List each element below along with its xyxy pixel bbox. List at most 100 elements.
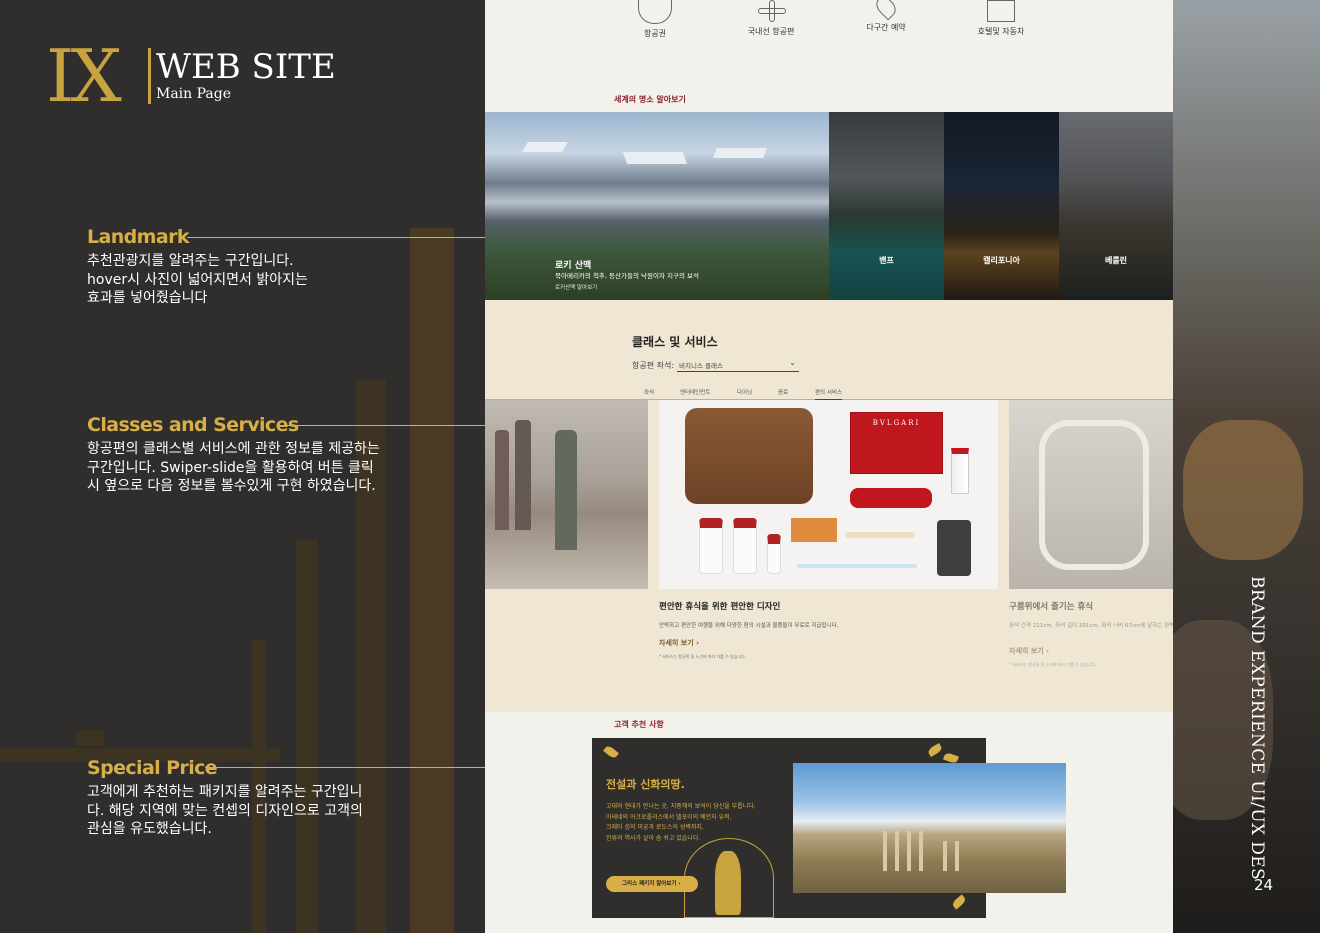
brand-mark: IX (46, 34, 122, 118)
brand-subtitle: Main Page (156, 86, 232, 102)
website-mockup: 항공권 국내선 항공편 다구간 예약 호텔및 자동차 세계의 명소 알아보기 로… (485, 0, 1173, 933)
quick-menu-label: 항공권 (643, 29, 667, 38)
slide-desc: 좌석 간격 211cm, 좌석 길이 201cm, 좌석 너비 67cm에 달하… (1009, 623, 1173, 629)
seat-class-select[interactable]: 비지니스 클래스 ⌄ (677, 357, 799, 372)
fade-overlay (1009, 400, 1173, 589)
slide-note: * 서비스는 항공편 및 노선에 따라 다를 수 있습니다. (1009, 662, 1097, 667)
section-label-recommend: 고객 추천 사항 (614, 720, 664, 729)
globe-icon (638, 0, 672, 24)
tab-entertainment[interactable]: 엔터테인먼트 (680, 388, 710, 396)
dim-overlay (1059, 112, 1173, 300)
quick-menu-item-tickets[interactable]: 항공권 (605, 0, 705, 39)
slide-title: 구름위에서 즐기는 휴식 (1009, 602, 1094, 612)
slide-next-seat[interactable] (1009, 400, 1173, 589)
page-number: 24 (1254, 876, 1274, 894)
slide-more-label: 자세히 보기 (1009, 647, 1044, 655)
dim-overlay (829, 112, 944, 300)
slide-more-link[interactable]: 자세히 보기 › (659, 638, 699, 648)
slide-more-link[interactable]: 자세히 보기 › (1009, 646, 1049, 656)
package-button[interactable]: 그리스 패키지 알아보기 › (606, 876, 698, 892)
service-tabs: 좌석 엔터테인먼트 다이닝 음료 편의 서비스 (485, 386, 1173, 400)
annotation-special-price: Special Price 고객에게 추천하는 패키지를 알려주는 구간입니 다… (87, 757, 363, 839)
acropolis-photo (793, 763, 1066, 893)
seat-class-value: 비지니스 클래스 (679, 362, 723, 370)
airplane-icon (754, 0, 788, 22)
section-label-landmark: 세계의 명소 알아보기 (614, 95, 686, 104)
slide-more-label: 자세히 보기 (659, 639, 694, 647)
decorative-shape (410, 228, 454, 933)
annotation-text: 항공편의 클래스별 서비스에 관한 정보를 제공하는 구간입니다. Swiper… (87, 441, 380, 494)
section-title: 클래스 및 서비스 (632, 335, 718, 349)
building-icon (987, 0, 1015, 22)
landmark-gallery: 로키 산맥 북아메리카의 척추, 등산가들의 낙원이자 지구의 보석 로키산맥 … (485, 112, 1173, 300)
landmark-desc: 북아메리카의 척추, 등산가들의 낙원이자 지구의 보석 (555, 272, 699, 280)
slide-prev-wine[interactable] (485, 400, 648, 589)
column-shape (955, 841, 959, 871)
map-pin-icon (872, 0, 900, 21)
fade-overlay (485, 400, 648, 589)
decorative-shape (296, 540, 318, 933)
landmark-caption: 밴프 (879, 256, 894, 265)
connector-line (205, 767, 507, 768)
column-shape (919, 831, 923, 871)
package-title: 전설과 신화의땅. (606, 778, 685, 791)
annotation-panel: IX WEB SITE Main Page Landmark 추천관광지를 알려… (0, 0, 485, 933)
lotion-bottle (767, 534, 781, 574)
landmark-card-rocky[interactable]: 로키 산맥 북아메리카의 척추, 등산가들의 낙원이자 지구의 보석 로키산맥 … (485, 112, 829, 300)
razor (845, 532, 915, 538)
blur-shape (1183, 420, 1303, 560)
chevron-down-icon: ⌄ (789, 358, 796, 367)
landmark-card-berlin[interactable]: 베를린 (1059, 112, 1173, 300)
deodorant (937, 520, 971, 576)
column-shape (883, 831, 887, 871)
annotation-landmark: Landmark 추천관광지를 알려주는 구간입니다. hover시 사진이 넓… (87, 226, 308, 308)
mountain-snow (713, 148, 767, 158)
toothpaste (951, 448, 969, 494)
landmark-more-link[interactable]: 로키산맥 알아보기 (555, 283, 597, 291)
column-shape (943, 841, 947, 871)
tab-seat[interactable]: 좌석 (644, 388, 654, 396)
quick-menu-item-domestic[interactable]: 국내선 항공편 (721, 0, 821, 37)
classes-services-section: 클래스 및 서비스 항공편 좌석: 비지니스 클래스 ⌄ 좌석 엔터테인먼트 다… (485, 300, 1173, 712)
decorative-shape (76, 730, 104, 746)
olive-leaf-icon (603, 744, 619, 760)
connector-line (277, 425, 507, 426)
tab-drinks[interactable]: 음료 (778, 388, 788, 396)
toothbrush (797, 564, 917, 568)
quick-menu-label: 다구간 예약 (866, 23, 906, 32)
product-box: BVLGARI (850, 412, 943, 474)
slide-amenity-kit[interactable]: BVLGARI (659, 400, 998, 589)
olive-leaf-icon (951, 894, 967, 910)
dim-overlay (944, 112, 1059, 300)
quick-menu-label: 호텔및 자동차 (977, 27, 1025, 36)
annotation-title: Special Price (87, 757, 218, 779)
landmark-caption: 캘리포니아 (983, 256, 1020, 265)
seat-label: 항공편 좌석: (632, 361, 675, 370)
package-button-label: 그리스 패키지 알아보기 (622, 881, 677, 887)
connector-line (187, 237, 507, 238)
landmark-card-california[interactable]: 캘리포니아 (944, 112, 1059, 300)
olive-leaf-icon (926, 743, 944, 757)
landmark-card-banff[interactable]: 밴프 (829, 112, 944, 300)
tab-dining[interactable]: 다이닝 (737, 388, 752, 396)
shaving-cream (850, 488, 932, 508)
lotion-bottle (699, 518, 723, 574)
quick-menu-item-multicity[interactable]: 다구간 예약 (836, 0, 936, 33)
soap (791, 518, 837, 542)
column-shape (907, 831, 911, 871)
amenity-bag (685, 408, 813, 504)
annotation-classes: Classes and Services 항공편의 클래스별 서비스에 관한 정… (87, 414, 380, 496)
slide-note: * 서비스는 항공편 및 노선에 따라 다를 수 있습니다. (659, 654, 747, 659)
recommend-section: 고객 추천 사항 전설과 신화의땅. 고대와 현대가 만나는 곳, 지중해의 보… (485, 712, 1173, 933)
product-brand: BVLGARI (872, 419, 921, 427)
slide-title: 편안한 휴식을 위한 편안한 디자인 (659, 602, 781, 612)
landmark-caption: 베를린 (1104, 256, 1128, 265)
quick-menu-label: 국내선 항공편 (747, 27, 795, 36)
mountain-snow (522, 142, 568, 152)
quick-menu-item-hotel-car[interactable]: 호텔및 자동차 (951, 0, 1051, 37)
annotation-text: 고객에게 추천하는 패키지를 알려주는 구간입니 다. 해당 지역에 맞는 컨셉… (87, 784, 363, 837)
tab-amenities[interactable]: 편의 서비스 (815, 388, 843, 400)
slide-desc: 안락하고 편안한 여행을 위해 다양한 편의 시설과 물품들이 무료로 지급됩니… (659, 623, 839, 629)
column-shape (895, 831, 899, 871)
brand-title: WEB SITE (156, 47, 336, 87)
